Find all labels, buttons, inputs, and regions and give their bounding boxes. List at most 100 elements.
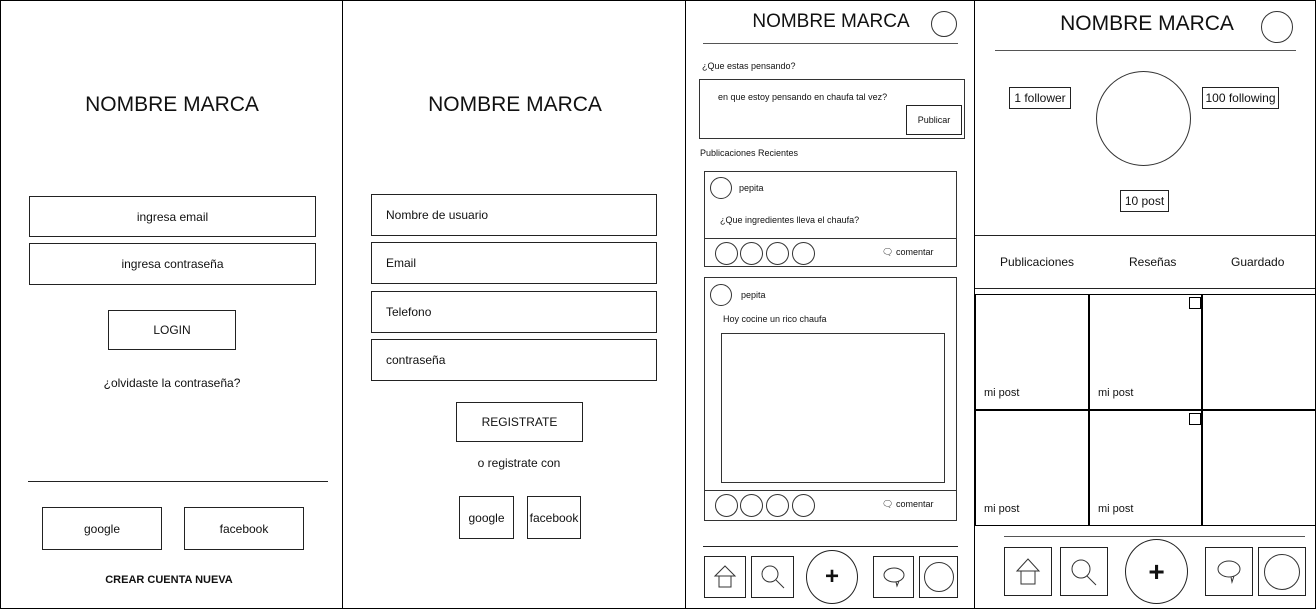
profile-icon (1264, 553, 1300, 590)
facebook-button[interactable]: facebook (184, 507, 304, 550)
profile-button[interactable] (919, 556, 958, 598)
avatar[interactable] (931, 11, 957, 37)
search-icon (1071, 559, 1097, 585)
reaction-icon[interactable] (766, 494, 789, 517)
post-card: pepita Hoy cocine un rico chaufa 🗨︎ come… (704, 277, 957, 521)
password-input[interactable]: ingresa contraseña (29, 243, 316, 285)
forgot-password-link[interactable]: ¿olvidaste la contraseña? (104, 376, 241, 390)
profile-icon (923, 562, 954, 592)
divider (703, 546, 958, 547)
grid-post[interactable]: mi post (1088, 409, 1203, 526)
plus-icon: + (824, 563, 839, 590)
multi-image-icon (1189, 413, 1201, 425)
post-composer[interactable]: en que estoy pensando en chaufa tal vez?… (699, 79, 965, 139)
reaction-icon[interactable] (792, 242, 815, 265)
comment-button[interactable]: 🗨︎ comentar (882, 499, 933, 510)
user-avatar[interactable] (710, 177, 732, 199)
create-post-button[interactable]: + (806, 550, 858, 604)
register-button[interactable]: REGISTRATE (456, 402, 583, 442)
publish-button[interactable]: Publicar (906, 105, 962, 135)
divider (28, 481, 328, 482)
recent-posts-label: Publicaciones Recientes (700, 148, 799, 158)
grid-post[interactable]: mi post (1088, 294, 1203, 410)
messages-button[interactable] (873, 556, 914, 598)
divider (705, 490, 956, 491)
post-label: mi post (1098, 387, 1134, 399)
chat-icon (1217, 560, 1241, 584)
reaction-icon[interactable] (766, 242, 789, 265)
google-button[interactable]: google (42, 507, 162, 550)
comment-icon: 🗨︎ (882, 247, 894, 257)
divider (975, 235, 1315, 236)
home-icon (713, 565, 737, 588)
messages-button[interactable] (1205, 547, 1253, 596)
brand-title: NOMBRE MARCA (85, 93, 259, 116)
tab-publicaciones[interactable]: Publicaciones (1000, 255, 1074, 269)
login-button[interactable]: LOGIN (108, 310, 236, 350)
password-input[interactable]: contraseña (371, 339, 657, 381)
posts-count: 10 post (1120, 190, 1169, 212)
create-post-button[interactable]: + (1125, 539, 1188, 604)
reaction-icon[interactable] (792, 494, 815, 517)
grid-post[interactable] (1202, 294, 1316, 410)
comment-label: comentar (895, 247, 934, 257)
search-icon (761, 565, 784, 589)
reaction-icon[interactable] (740, 242, 763, 265)
reaction-icon[interactable] (715, 242, 738, 265)
plus-icon: + (1148, 555, 1165, 587)
brand-title: NOMBRE MARCA (752, 11, 910, 32)
chat-icon (883, 567, 904, 588)
profile-screen: NOMBRE MARCA 1 follower 100 following 10… (974, 0, 1316, 609)
grid-post[interactable] (1202, 409, 1316, 526)
post-text: ¿Que ingredientes lleva el chaufa? (720, 215, 860, 225)
tab-resenas[interactable]: Reseñas (1129, 255, 1176, 269)
post-card: pepita ¿Que ingredientes lleva el chaufa… (704, 171, 957, 267)
divider (703, 43, 958, 44)
profile-picture (1096, 71, 1191, 166)
phone-input[interactable]: Telefono (371, 291, 657, 333)
username-input[interactable]: Nombre de usuario (371, 194, 657, 236)
search-button[interactable] (1060, 547, 1108, 596)
comment-icon: 🗨︎ (882, 499, 894, 509)
reaction-icon[interactable] (740, 494, 763, 517)
grid-post[interactable]: mi post (975, 409, 1089, 526)
register-screen: NOMBRE MARCA Nombre de usuario Email Tel… (342, 0, 686, 609)
or-register-with-label: o registrate con (477, 456, 561, 470)
profile-button[interactable] (1258, 547, 1306, 596)
home-button[interactable] (704, 556, 746, 598)
post-user[interactable]: pepita (741, 290, 766, 300)
grid-post[interactable]: mi post (975, 294, 1089, 410)
comment-button[interactable]: 🗨︎ comentar (882, 247, 933, 258)
email-input[interactable]: Email (371, 242, 657, 284)
email-input[interactable]: ingresa email (29, 196, 316, 237)
divider (995, 50, 1296, 51)
brand-title: NOMBRE MARCA (428, 93, 602, 116)
comment-label: comentar (895, 499, 934, 509)
tab-guardado[interactable]: Guardado (1231, 255, 1284, 269)
feed-screen: NOMBRE MARCA ¿Que estas pensando? en que… (685, 0, 975, 609)
post-user[interactable]: pepita (739, 183, 764, 193)
home-icon (1015, 557, 1041, 584)
prompt-label: ¿Que estas pensando? (702, 61, 796, 71)
reaction-icon[interactable] (715, 494, 738, 517)
multi-image-icon (1189, 297, 1201, 309)
facebook-button[interactable]: facebook (527, 496, 581, 539)
post-text: Hoy cocine un rico chaufa (723, 314, 827, 324)
user-avatar[interactable] (710, 284, 732, 306)
post-label: mi post (1098, 503, 1134, 515)
post-image[interactable] (721, 333, 945, 483)
avatar[interactable] (1261, 11, 1293, 43)
login-screen: NOMBRE MARCA ingresa email ingresa contr… (0, 0, 343, 609)
post-label: mi post (984, 503, 1020, 515)
followers-count[interactable]: 1 follower (1009, 87, 1071, 109)
following-count[interactable]: 100 following (1202, 87, 1279, 109)
google-button[interactable]: google (459, 496, 514, 539)
divider (1004, 536, 1305, 537)
home-button[interactable] (1004, 547, 1052, 596)
create-account-link[interactable]: CREAR CUENTA NUEVA (105, 574, 233, 586)
post-label: mi post (984, 387, 1020, 399)
divider (705, 238, 956, 239)
divider (975, 288, 1315, 289)
composer-text[interactable]: en que estoy pensando en chaufa tal vez? (718, 92, 887, 102)
search-button[interactable] (751, 556, 794, 598)
